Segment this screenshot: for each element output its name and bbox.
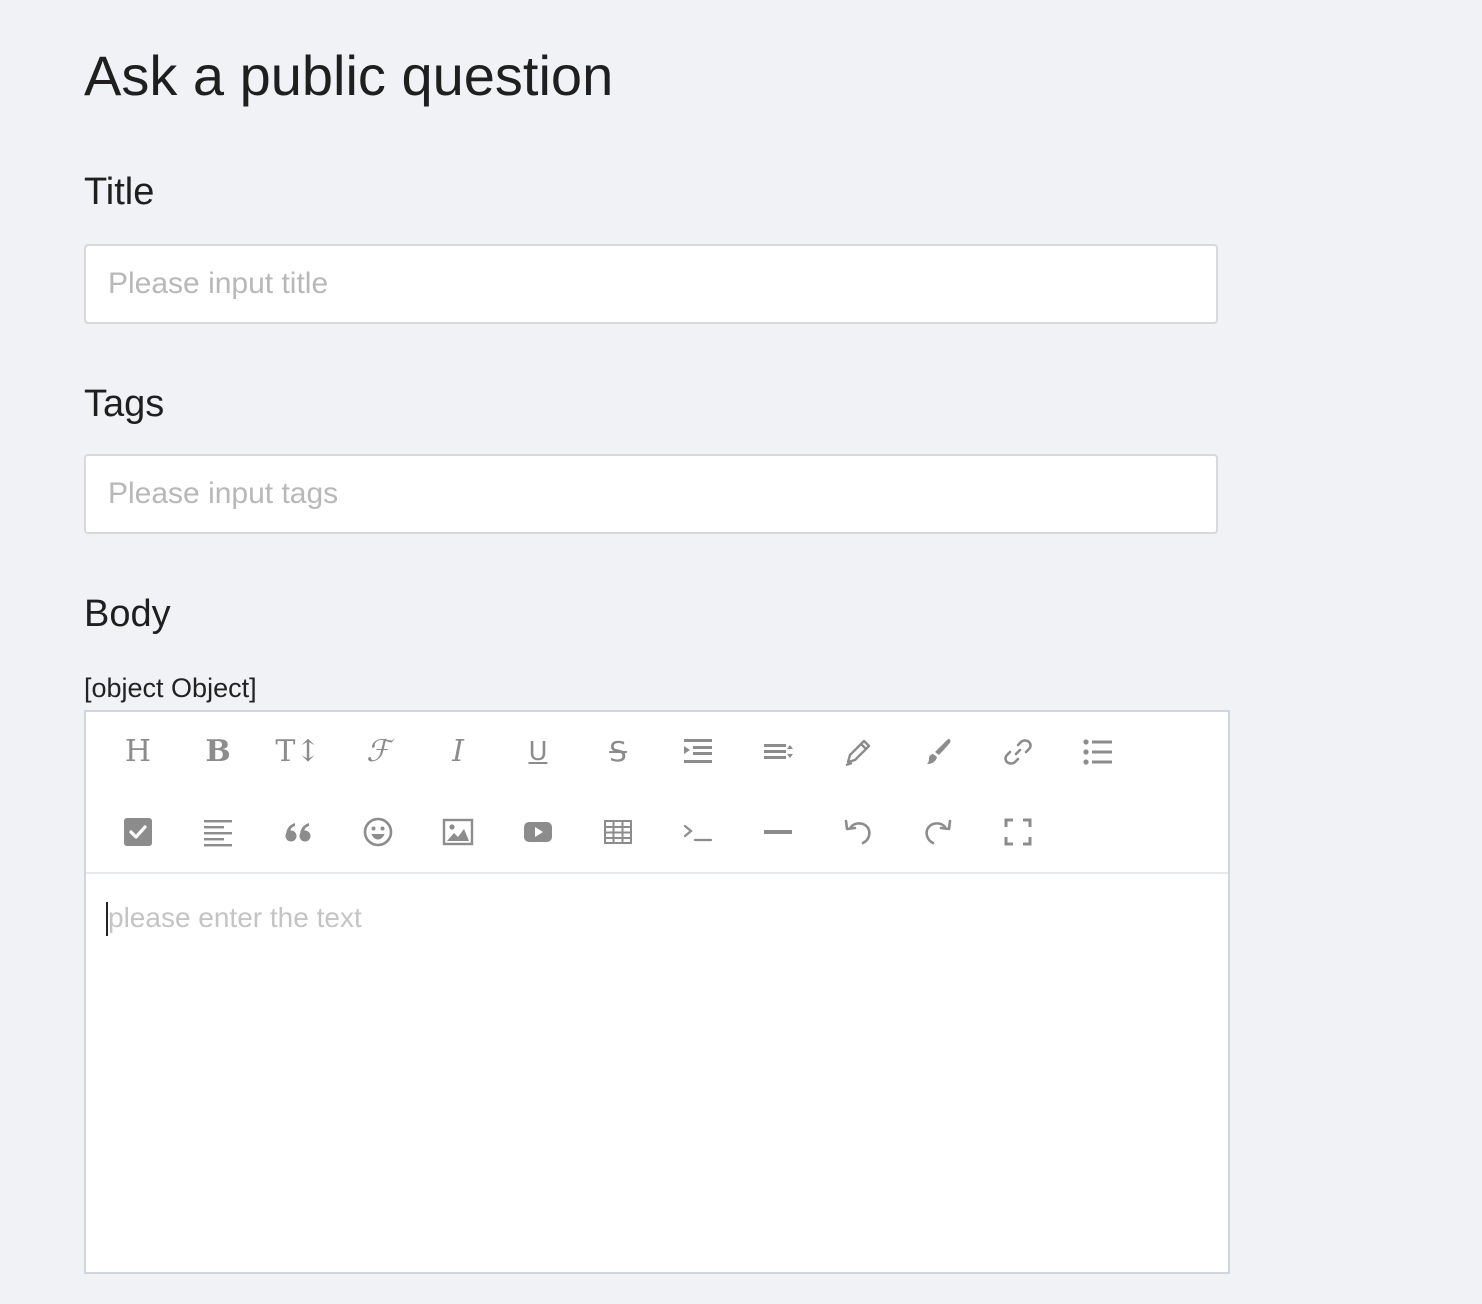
list-icon [1083,739,1112,765]
font-size-icon: T↕ [275,734,321,769]
pen-icon [845,739,871,767]
fullscreen-button[interactable] [990,804,1046,860]
checkbox-icon [124,818,152,846]
bulleted-list-button[interactable] [1070,724,1126,780]
heading-icon: H [124,734,152,769]
indent-icon [684,739,712,763]
video-icon [524,822,552,842]
line-height-icon [764,744,793,759]
image-icon [442,818,474,846]
emoticon-button[interactable] [350,804,406,860]
editor-placeholder: please enter the text [108,902,362,933]
image-button[interactable] [430,804,486,860]
tags-input[interactable] [84,454,1218,534]
editor-toolbar: H B T↕ ℱ I U S [86,712,1228,874]
align-left-icon [204,820,232,847]
italic-button[interactable]: I [430,724,486,780]
terminal-icon [683,824,713,842]
quote-icon [285,823,311,842]
italic-icon: I [452,734,464,769]
video-button[interactable] [510,804,566,860]
table-icon [604,820,632,844]
redo-icon [925,819,952,845]
justify-button[interactable] [190,804,246,860]
underline-button[interactable]: U [510,724,566,780]
strikethrough-icon: S [609,735,627,768]
font-family-button[interactable]: ℱ [350,724,406,780]
title-label: Title [84,171,155,213]
strikethrough-button[interactable]: S [590,724,646,780]
table-button[interactable] [590,804,646,860]
font-size-button[interactable]: T↕ [270,724,326,780]
rich-text-editor: H B T↕ ℱ I U S please enter the text [84,710,1230,1274]
quote-button[interactable] [270,804,326,860]
fullscreen-icon [1004,818,1032,846]
underline-icon: U [528,737,548,767]
divider-icon [764,830,792,834]
text-color-button[interactable] [830,724,886,780]
line-height-button[interactable] [750,724,806,780]
background-color-button[interactable] [910,724,966,780]
bold-button[interactable]: B [190,724,246,780]
title-input[interactable] [84,244,1218,324]
emoji-icon [363,817,393,847]
undo-icon [844,819,871,845]
editor-content[interactable]: please enter the text [86,874,1228,1272]
paint-brush-icon [927,739,951,764]
undo-button[interactable] [830,804,886,860]
page-title: Ask a public question [84,44,614,107]
tags-label: Tags [84,383,165,425]
code-button[interactable] [670,804,726,860]
redo-button[interactable] [910,804,966,860]
heading-button[interactable]: H [110,724,166,780]
indent-button[interactable] [670,724,726,780]
todo-button[interactable] [110,804,166,860]
body-label: Body [84,593,171,635]
link-button[interactable] [990,724,1046,780]
divider-button[interactable] [750,804,806,860]
body-hint: [object Object] [84,673,257,703]
font-family-icon: ℱ [366,734,390,769]
bold-icon: B [205,734,231,769]
link-icon [1004,739,1032,765]
